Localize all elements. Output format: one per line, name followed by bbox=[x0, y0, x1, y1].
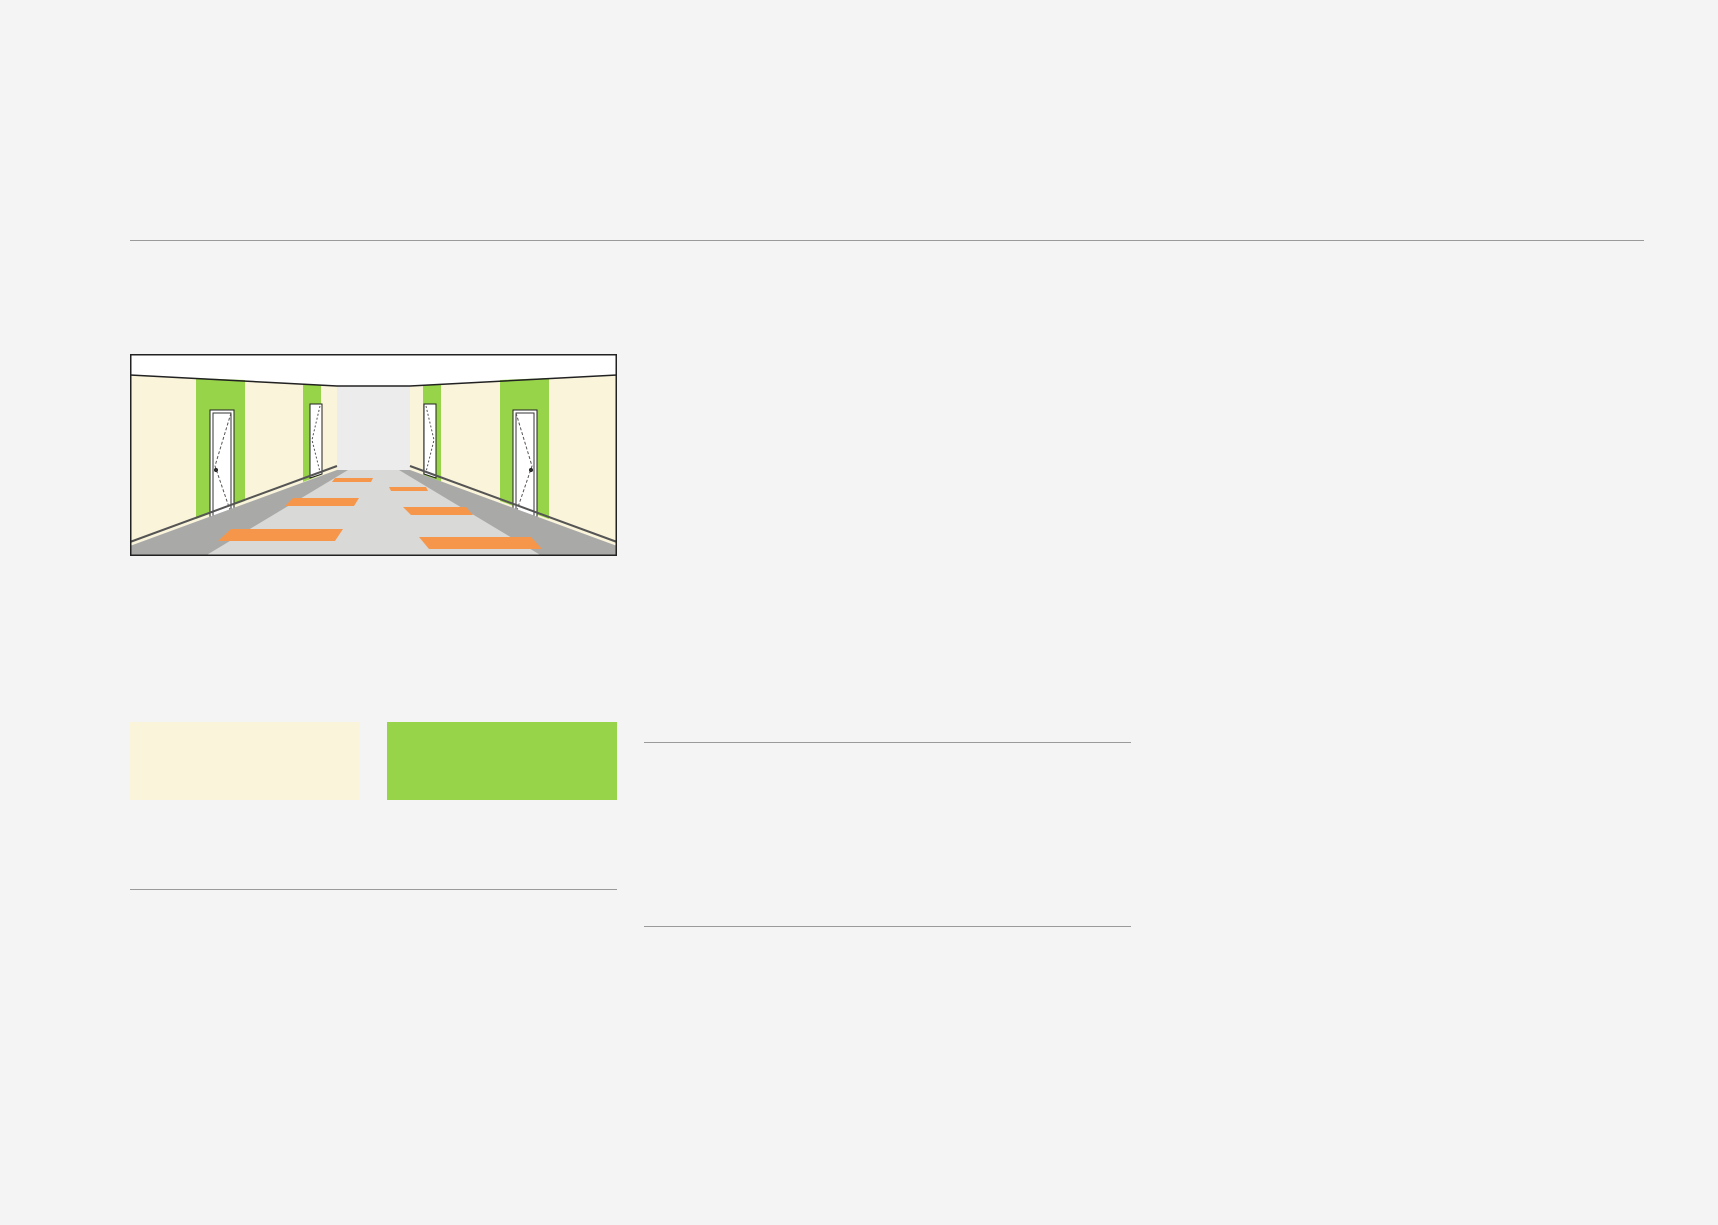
corridor-illustration bbox=[130, 354, 617, 556]
middle-divider-lower bbox=[644, 926, 1131, 927]
accent-color-swatch bbox=[387, 722, 617, 800]
floor-marking bbox=[332, 478, 373, 482]
top-divider bbox=[130, 240, 1644, 241]
wall-color-swatch bbox=[130, 722, 360, 800]
far-end-wall bbox=[337, 386, 410, 470]
floor-marking bbox=[285, 498, 359, 506]
floor-marking bbox=[419, 537, 542, 549]
left-divider bbox=[130, 889, 617, 890]
middle-divider-upper bbox=[644, 742, 1131, 743]
door-left-far bbox=[309, 403, 323, 479]
floor-marking bbox=[389, 487, 428, 491]
floor-marking bbox=[403, 507, 473, 515]
door-right-far bbox=[423, 403, 437, 479]
floor-marking bbox=[218, 529, 343, 541]
